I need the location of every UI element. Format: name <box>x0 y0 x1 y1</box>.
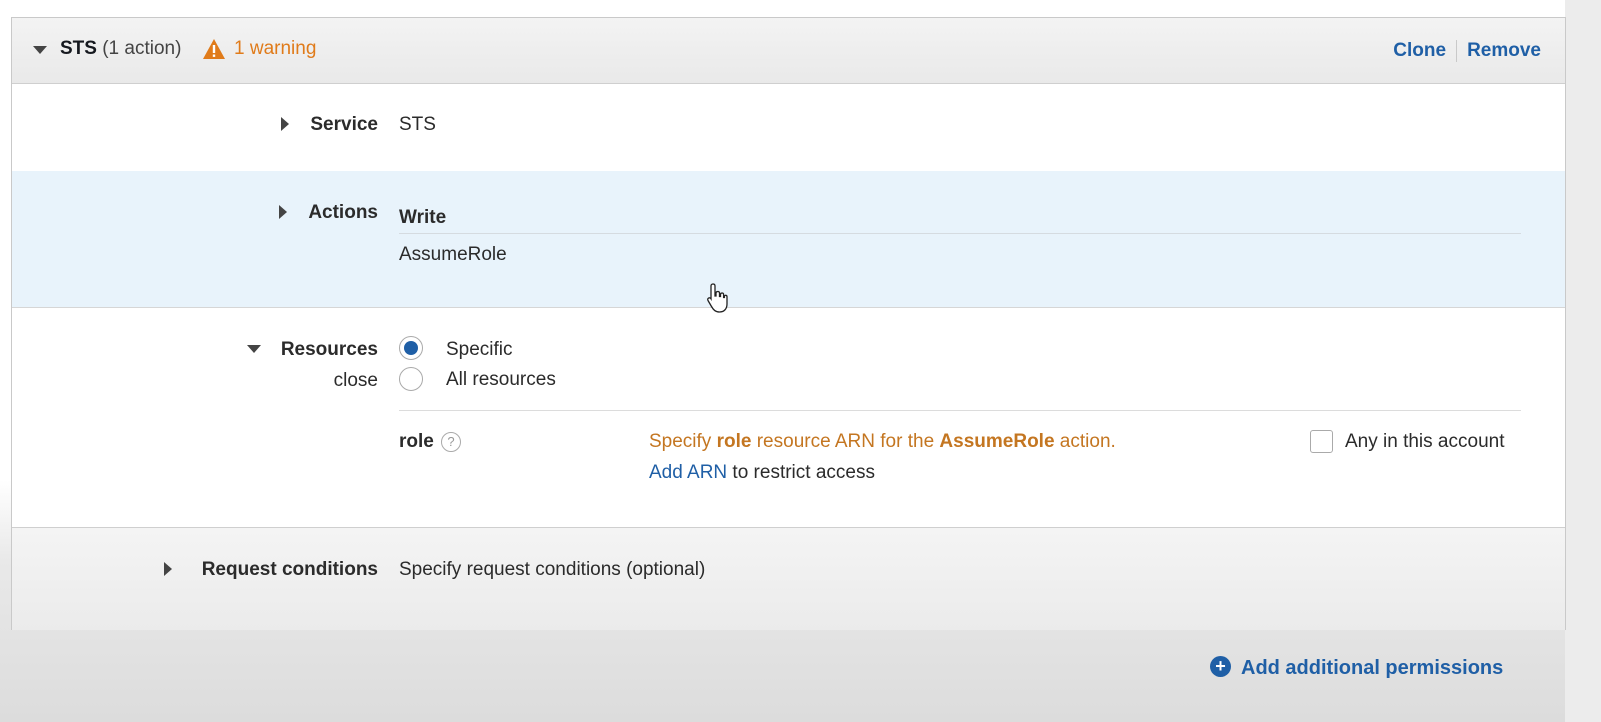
conditions-expand-icon[interactable] <box>164 562 172 576</box>
radio-all-resources-label[interactable]: All resources <box>446 369 556 391</box>
role-msg-resource: role <box>716 431 752 452</box>
add-arn-link[interactable]: Add ARN <box>649 462 727 483</box>
service-expand-icon[interactable] <box>281 117 289 131</box>
action-count: (1 action) <box>102 38 182 59</box>
permission-statement-panel: STS (1 action) 1 warning Clone Remove Ser… <box>11 17 1566 630</box>
role-arn-message: Specify role resource ARN for the Assume… <box>649 431 1116 453</box>
add-plus-icon[interactable]: + <box>1210 656 1231 677</box>
warning-count[interactable]: 1 warning <box>234 38 316 60</box>
resources-label[interactable]: Resources <box>262 339 378 361</box>
statement-header[interactable]: STS (1 action) 1 warning Clone Remove <box>12 18 1565 84</box>
help-icon[interactable]: ? <box>441 432 461 452</box>
actions-access-level: Write <box>399 207 447 228</box>
service-name: STS <box>60 38 97 59</box>
role-msg-prefix: Specify <box>649 431 717 452</box>
radio-specific-label[interactable]: Specific <box>446 339 513 361</box>
actions-expand-icon[interactable] <box>279 205 287 219</box>
role-label: role <box>399 431 434 452</box>
any-in-account-label[interactable]: Any in this account <box>1345 431 1504 453</box>
restrict-access-text: to restrict access <box>727 462 875 483</box>
actions-label[interactable]: Actions <box>292 202 378 224</box>
statement-title: STS (1 action) <box>60 38 181 60</box>
actions-section[interactable] <box>12 171 1565 308</box>
resources-divider <box>399 410 1521 411</box>
actions-divider <box>399 233 1521 234</box>
request-conditions-label[interactable]: Request conditions <box>172 559 378 581</box>
any-in-account-checkbox[interactable] <box>1310 430 1333 453</box>
statement-actions: Clone Remove <box>1393 40 1541 62</box>
role-msg-suffix: action. <box>1054 431 1116 452</box>
hand-cursor-icon <box>707 283 728 313</box>
action-item-assumerole: AssumeRole <box>399 244 507 265</box>
service-label[interactable]: Service <box>292 114 378 136</box>
scrollbar-track[interactable] <box>1565 0 1601 722</box>
role-msg-middle: resource ARN for the <box>751 431 940 452</box>
resources-collapse-icon[interactable] <box>247 345 261 353</box>
add-arn-row: Add ARN to restrict access <box>649 462 875 484</box>
service-value: STS <box>399 114 436 135</box>
clone-button[interactable]: Clone <box>1393 40 1446 61</box>
add-additional-permissions-button[interactable]: Add additional permissions <box>1241 657 1503 680</box>
warning-icon <box>203 39 225 59</box>
header-separator <box>1456 40 1458 62</box>
collapse-toggle-icon[interactable] <box>33 46 47 54</box>
radio-specific[interactable] <box>399 336 423 360</box>
resources-close-link[interactable]: close <box>312 370 378 392</box>
request-conditions-link[interactable]: Specify request conditions (optional) <box>399 559 705 581</box>
role-msg-action: AssumeRole <box>939 431 1055 452</box>
remove-button[interactable]: Remove <box>1467 40 1541 61</box>
radio-all-resources[interactable] <box>399 367 423 391</box>
